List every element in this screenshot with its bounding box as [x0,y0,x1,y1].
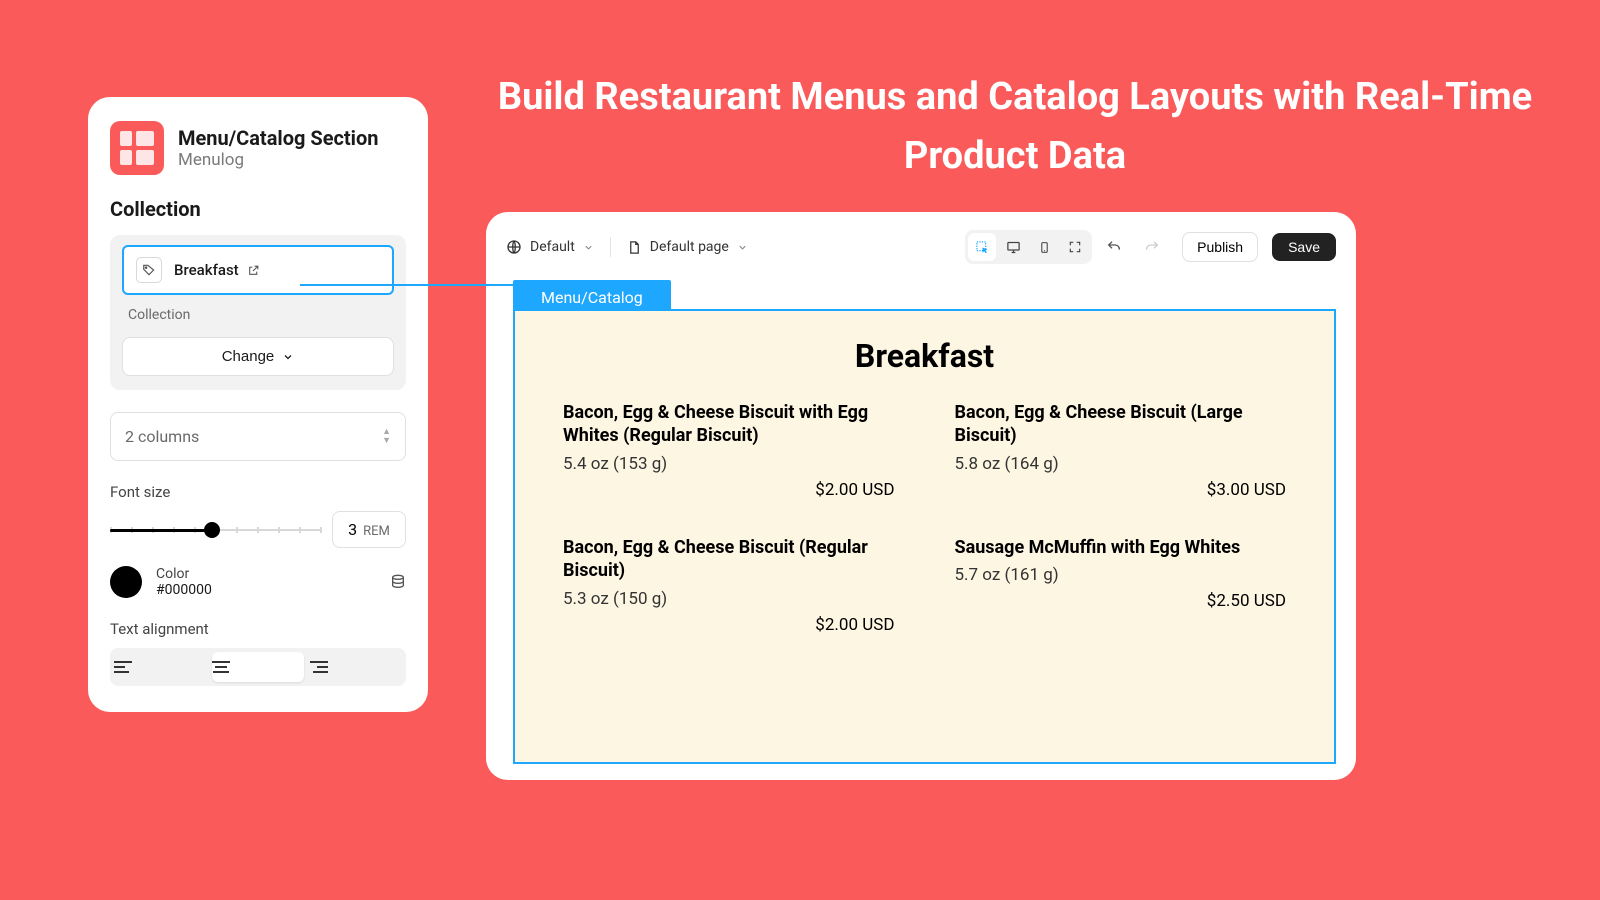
text-alignment-group [110,648,406,686]
font-size-label: Font size [110,483,406,501]
tag-icon [136,257,162,283]
publish-button[interactable]: Publish [1182,232,1258,262]
desktop-button[interactable] [999,233,1027,261]
chevron-down-icon [583,242,594,253]
text-alignment-label: Text alignment [110,620,406,638]
section-type-icon [110,121,164,175]
align-right-button[interactable] [310,652,402,682]
columns-select[interactable]: 2 columns ▲▼ [110,412,406,461]
change-collection-button[interactable]: Change [122,337,394,376]
redo-button[interactable] [1144,239,1168,255]
columns-value: 2 columns [125,427,199,446]
menu-item-price: $2.00 USD [563,615,895,635]
external-link-icon [247,264,260,277]
menu-item: Sausage McMuffin with Egg Whites 5.7 oz … [955,536,1287,635]
editor-toolbar: Default Default page [506,230,1336,264]
globe-icon [506,239,522,255]
menu-item: Bacon, Egg & Cheese Biscuit (Regular Bis… [563,536,895,635]
chevron-down-icon [737,242,748,253]
stepper-icon: ▲▼ [382,428,391,446]
menu-item-name: Bacon, Egg & Cheese Biscuit (Large Biscu… [955,401,1287,448]
color-value: #000000 [156,582,212,598]
fullscreen-button[interactable] [1061,233,1089,261]
theme-select[interactable]: Default [506,239,594,255]
menu-item-meta: 5.3 oz (150 g) [563,589,895,609]
menu-item-meta: 5.4 oz (153 g) [563,454,895,474]
menu-grid: Bacon, Egg & Cheese Biscuit with Egg Whi… [563,401,1286,635]
font-size-unit: REM [363,524,390,539]
menu-item-price: $2.00 USD [563,480,895,500]
toolbar-separator [610,237,611,257]
inspector-button[interactable] [968,233,996,261]
font-size-slider[interactable] [110,520,322,540]
menu-item-meta: 5.7 oz (161 g) [955,565,1287,585]
menu-item-price: $2.50 USD [955,591,1287,611]
canvas[interactable]: Breakfast Bacon, Egg & Cheese Biscuit wi… [513,309,1336,764]
device-toggle-group [965,230,1092,264]
theme-label: Default [530,239,575,255]
menu-item-name: Sausage McMuffin with Egg Whites [955,536,1287,559]
page-icon [627,240,642,255]
connector-line [300,284,525,286]
collection-type-label: Collection [128,307,394,323]
menu-item-price: $3.00 USD [955,480,1287,500]
chevron-down-icon [282,351,294,363]
page-select[interactable]: Default page [627,239,748,255]
menu-title: Breakfast [563,337,1286,375]
save-button[interactable]: Save [1272,233,1336,261]
mobile-button[interactable] [1030,233,1058,261]
menu-item-name: Bacon, Egg & Cheese Biscuit (Regular Bis… [563,536,895,583]
color-label: Color [156,566,212,582]
color-swatch [110,566,142,598]
font-size-input[interactable]: 3 REM [332,511,406,548]
panel-title: Menu/Catalog Section [178,126,378,150]
editor-panel: Default Default page [486,212,1356,780]
collection-box: Breakfast Collection Change [110,235,406,390]
menu-item-meta: 5.8 oz (164 g) [955,454,1287,474]
collection-name: Breakfast [174,261,239,279]
menu-item-name: Bacon, Egg & Cheese Biscuit with Egg Whi… [563,401,895,448]
settings-panel: Menu/Catalog Section Menulog Collection … [88,97,428,712]
panel-subtitle: Menulog [178,150,378,170]
database-icon [390,574,406,590]
menu-item: Bacon, Egg & Cheese Biscuit with Egg Whi… [563,401,895,500]
menu-item: Bacon, Egg & Cheese Biscuit (Large Biscu… [955,401,1287,500]
align-center-button[interactable] [212,652,304,682]
change-label: Change [222,348,275,365]
panel-header: Menu/Catalog Section Menulog [110,121,406,175]
color-row[interactable]: Color #000000 [110,566,406,598]
align-left-button[interactable] [114,652,206,682]
collection-chip[interactable]: Breakfast [122,245,394,295]
marketing-headline: Build Restaurant Menus and Catalog Layou… [490,68,1540,186]
font-size-value: 3 [348,520,357,539]
page-label: Default page [650,239,729,255]
collection-heading: Collection [110,197,406,221]
undo-button[interactable] [1106,239,1130,255]
